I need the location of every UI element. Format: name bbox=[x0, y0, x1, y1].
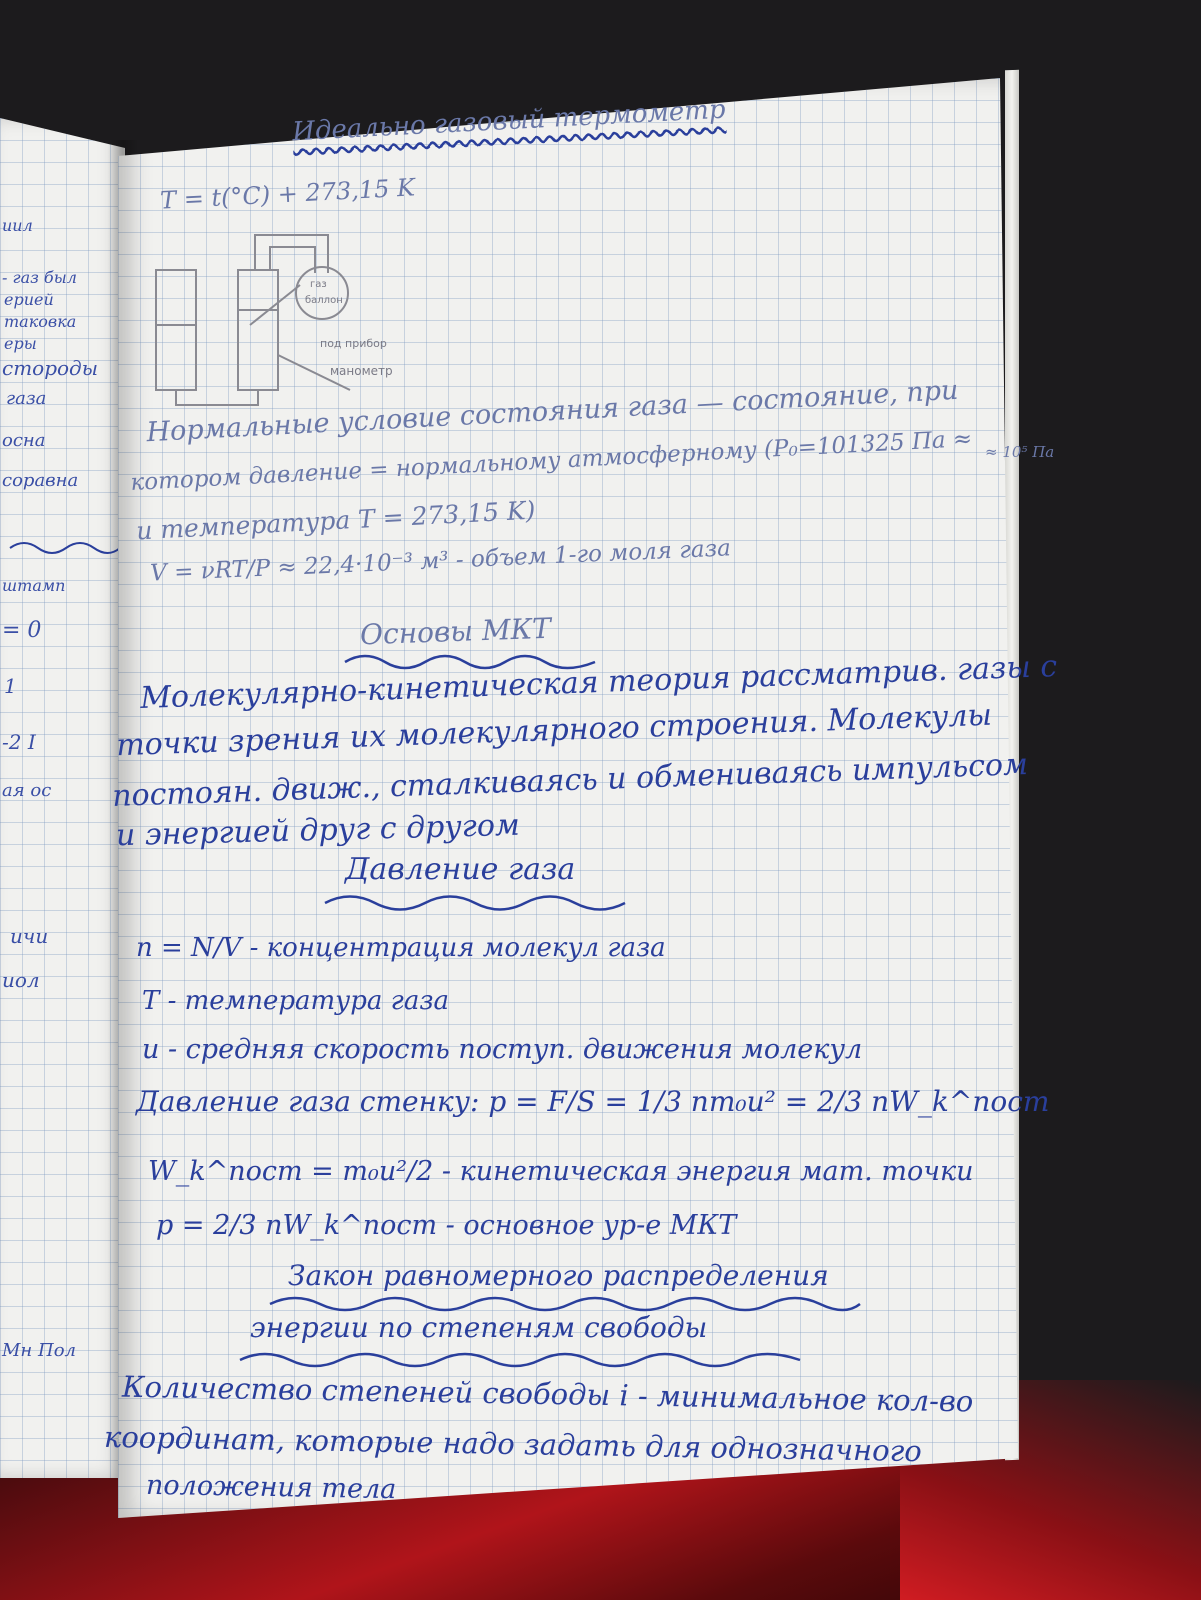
pressure-line: W_k^пост = m₀u²/2 - кинетическая энергия… bbox=[148, 1156, 974, 1187]
diagram-label: манометр bbox=[330, 364, 393, 378]
section-heading-equipartition: Закон равномерного распределения bbox=[288, 1259, 829, 1292]
pressure-line: u - средняя скорость поступ. движения мо… bbox=[142, 1034, 863, 1065]
left-page: иил - газ был ерией таковка еры стороды … bbox=[0, 118, 125, 1478]
wavy-underline bbox=[9, 542, 121, 554]
gas-thermometer-diagram: газ баллон под прибор манометр bbox=[155, 234, 393, 406]
left-margin-note: -2 I bbox=[2, 730, 36, 754]
left-margin-note: ичи bbox=[10, 924, 49, 948]
diagram-label: газ bbox=[310, 279, 327, 290]
left-margin-note: соравна bbox=[2, 470, 79, 491]
pressure-line: Давление газа стенку: p = F/S = 1/3 nm₀u… bbox=[136, 1085, 1050, 1118]
left-margin-note: Мн Пол bbox=[2, 1340, 77, 1361]
left-margin-note: еры bbox=[4, 334, 37, 353]
pressure-line: p = 2/3 nW_k^пост - основное ур-е МКТ bbox=[156, 1210, 737, 1241]
left-margin-note: иол bbox=[2, 968, 40, 992]
left-margin-note: ая ос bbox=[2, 780, 52, 801]
diagram-label: баллон bbox=[305, 295, 343, 306]
left-margin-note: штамп bbox=[2, 576, 66, 595]
left-margin-note: иил bbox=[2, 216, 33, 235]
section-heading-mkt: Основы МКТ bbox=[359, 611, 552, 652]
pressure-approximation: ≈ 10⁵ Па bbox=[985, 443, 1055, 461]
left-margin-note: = 0 bbox=[2, 618, 42, 643]
section-heading-pressure: Давление газа bbox=[345, 852, 576, 887]
wavy-underline bbox=[239, 1352, 801, 1368]
left-margin-note: осна bbox=[2, 430, 46, 451]
left-margin-note: - газ был bbox=[2, 268, 77, 287]
left-margin-note: таковка bbox=[4, 312, 77, 331]
pressure-line: n = N/V - концентрация молекул газа bbox=[136, 933, 666, 963]
left-margin-note: ерией bbox=[4, 290, 54, 309]
diagram-label: под прибор bbox=[320, 337, 387, 350]
section-heading-equipartition: энергии по степеням свободы bbox=[250, 1311, 708, 1344]
left-margin-note: стороды bbox=[2, 356, 99, 380]
equipartition-text-line: положения тела bbox=[145, 1469, 397, 1506]
wavy-underline bbox=[324, 895, 626, 911]
pressure-line: T - температура газа bbox=[142, 986, 449, 1016]
left-margin-note: 1 bbox=[4, 674, 17, 698]
left-margin-note: газа bbox=[6, 388, 47, 409]
